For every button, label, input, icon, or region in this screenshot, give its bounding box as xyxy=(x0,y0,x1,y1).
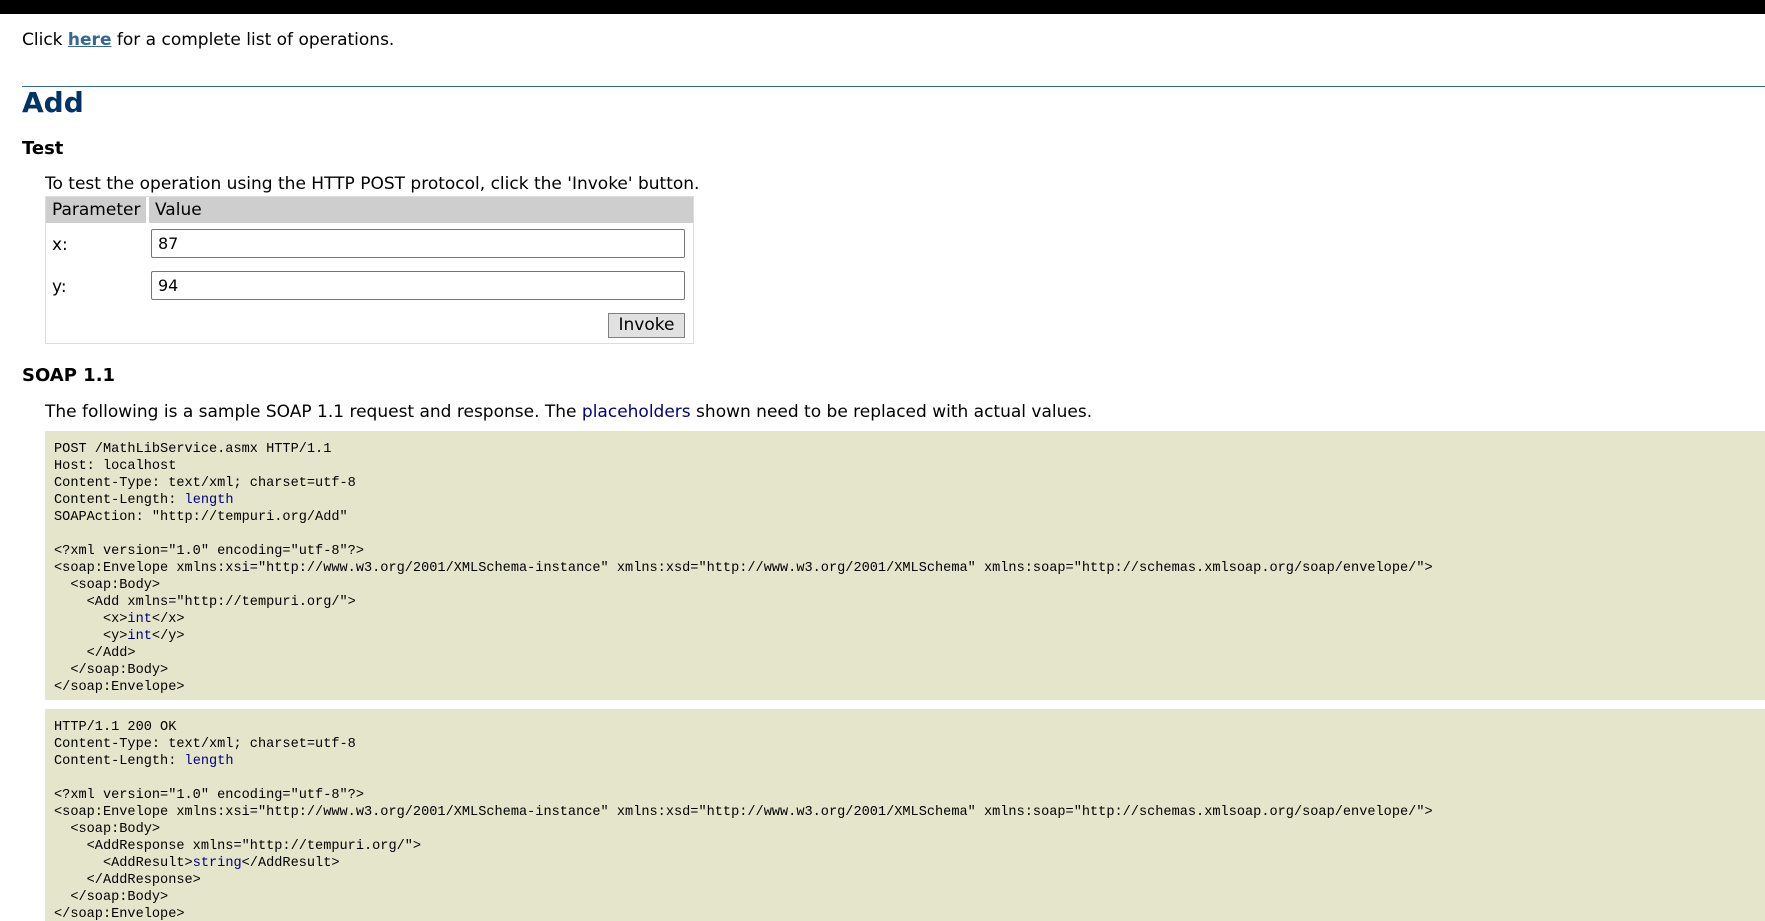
code-line: <?xml version="1.0" encoding="utf-8"?> xyxy=(54,788,364,803)
code-line: <Add xmlns="http://tempuri.org/"> xyxy=(54,595,356,610)
code-line: Content-Length: xyxy=(54,754,185,769)
result-type-placeholder: string xyxy=(192,856,242,871)
code-line: Content-Length: xyxy=(54,493,185,508)
value-column-header: Value xyxy=(149,197,693,223)
code-line: <soap:Envelope xmlns:xsi="http://www.w3.… xyxy=(54,805,1433,820)
code-line: </soap:Envelope> xyxy=(54,907,185,921)
code-line: <AddResponse xmlns="http://tempuri.org/"… xyxy=(54,839,422,854)
code-line: <soap:Envelope xmlns:xsi="http://www.w3.… xyxy=(54,561,1433,576)
y-type-placeholder: int xyxy=(127,629,152,644)
code-line: </AddResult> xyxy=(241,856,340,871)
code-line: <soap:Body> xyxy=(54,822,161,837)
code-line: HTTP/1.1 200 OK xyxy=(54,720,177,735)
operation-title: Add xyxy=(22,86,84,119)
soap11-request-sample: POST /MathLibService.asmx HTTP/1.1 Host:… xyxy=(45,431,1765,700)
code-line: </soap:Body> xyxy=(54,890,169,905)
code-line: </soap:Body> xyxy=(54,663,169,678)
length-placeholder: length xyxy=(184,493,234,508)
operations-list-link[interactable]: here xyxy=(68,30,112,50)
code-line: </soap:Envelope> xyxy=(54,680,185,695)
code-line: </y> xyxy=(151,629,185,644)
operations-list-notice: Click here for a complete list of operat… xyxy=(22,29,394,51)
code-line: Content-Type: text/xml; charset=utf-8 xyxy=(54,476,356,491)
code-line: </Add> xyxy=(54,646,136,661)
test-description: To test the operation using the HTTP POS… xyxy=(45,174,700,194)
x-type-placeholder: int xyxy=(127,612,152,627)
param-x-label: x: xyxy=(52,235,68,255)
code-line: <AddResult> xyxy=(54,856,193,871)
length-placeholder: length xyxy=(184,754,234,769)
invoke-form: Parameter Value x: y: Invoke xyxy=(45,196,694,344)
parameter-column-header: Parameter xyxy=(46,197,146,223)
param-x-input[interactable] xyxy=(151,229,685,258)
code-line: Host: localhost xyxy=(54,459,177,474)
code-line: <?xml version="1.0" encoding="utf-8"?> xyxy=(54,544,364,559)
code-line: </AddResponse> xyxy=(54,873,201,888)
param-y-input[interactable] xyxy=(151,271,685,300)
code-line: SOAPAction: "http://tempuri.org/Add" xyxy=(54,510,348,525)
placeholders-term: placeholders xyxy=(581,402,691,422)
soap11-description-prefix: The following is a sample SOAP 1.1 reque… xyxy=(45,402,582,422)
param-y-label: y: xyxy=(52,277,67,297)
code-line: <y> xyxy=(54,629,128,644)
code-line: POST /MathLibService.asmx HTTP/1.1 xyxy=(54,442,332,457)
code-line: </x> xyxy=(151,612,185,627)
code-line: Content-Type: text/xml; charset=utf-8 xyxy=(54,737,356,752)
parameter-table-header: Parameter Value xyxy=(46,197,693,223)
code-line: <soap:Body> xyxy=(54,578,161,593)
soap11-response-sample: HTTP/1.1 200 OK Content-Type: text/xml; … xyxy=(45,709,1765,921)
soap11-description: The following is a sample SOAP 1.1 reque… xyxy=(45,401,1092,423)
soap11-description-suffix: shown need to be replaced with actual va… xyxy=(690,402,1093,422)
code-line: <x> xyxy=(54,612,128,627)
test-heading: Test xyxy=(22,138,64,159)
soap11-heading: SOAP 1.1 xyxy=(22,365,116,386)
top-bar xyxy=(0,0,1765,14)
invoke-button[interactable]: Invoke xyxy=(608,313,685,338)
intro-prefix: Click xyxy=(22,30,68,50)
intro-suffix: for a complete list of operations. xyxy=(111,30,395,50)
heading-divider xyxy=(22,86,1765,87)
